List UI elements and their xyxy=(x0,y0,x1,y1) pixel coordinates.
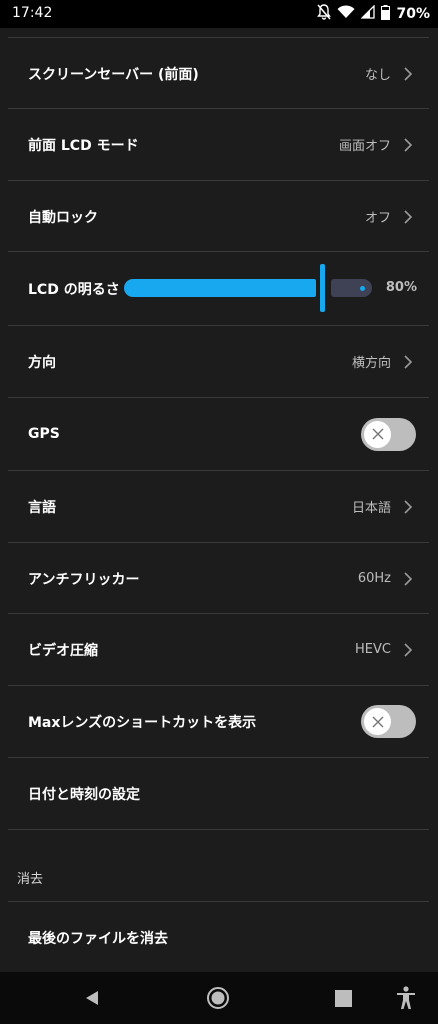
setting-date-time[interactable]: 日付と時刻の設定 xyxy=(8,758,429,829)
brightness-slider-fill[interactable] xyxy=(124,279,316,297)
navigation-bar xyxy=(0,972,438,1024)
section-header-delete: 消去 xyxy=(17,872,44,887)
setting-label: スクリーンセーバー (前面) xyxy=(28,66,199,83)
status-time: 17:42 xyxy=(12,5,53,21)
chevron-right-icon xyxy=(404,354,413,369)
setting-label: 日付と時刻の設定 xyxy=(28,786,140,803)
chevron-right-icon xyxy=(404,571,413,586)
setting-max-lens-shortcut: Maxレンズのショートカットを表示 xyxy=(8,686,429,757)
divider xyxy=(8,829,429,830)
setting-label: Maxレンズのショートカットを表示 xyxy=(28,714,257,731)
toggle-knob xyxy=(364,708,391,735)
setting-value: 日本語 xyxy=(351,501,391,516)
setting-label: 前面 LCD モード xyxy=(28,137,139,154)
chevron-right-icon xyxy=(404,209,413,224)
setting-label: 最後のファイルを消去 xyxy=(28,930,168,947)
setting-gps: GPS xyxy=(8,398,429,470)
setting-anti-flicker[interactable]: アンチフリッカー 60Hz xyxy=(8,543,429,614)
setting-auto-lock[interactable]: 自動ロック オフ xyxy=(8,181,429,252)
setting-value: HEVC xyxy=(355,642,391,657)
setting-label: ビデオ圧縮 xyxy=(28,642,98,659)
delete-last-file-item[interactable]: 最後のファイルを消去 xyxy=(8,902,429,973)
battery-icon xyxy=(381,4,391,24)
setting-screensaver-front[interactable]: スクリーンセーバー (前面) なし xyxy=(8,38,429,109)
setting-orientation[interactable]: 方向 横方向 xyxy=(8,326,429,397)
close-icon xyxy=(372,428,383,440)
home-icon[interactable] xyxy=(206,986,230,1014)
setting-label: GPS xyxy=(28,426,60,442)
back-icon[interactable] xyxy=(83,989,101,1011)
status-bar: 17:42 70% xyxy=(0,0,438,28)
chevron-right-icon xyxy=(404,137,413,152)
setting-label: 方向 xyxy=(28,354,56,371)
status-icons: 70% xyxy=(317,4,430,24)
gps-toggle[interactable] xyxy=(361,417,416,451)
notifications-off-icon xyxy=(317,4,332,24)
chevron-right-icon xyxy=(404,642,413,657)
toggle-knob xyxy=(364,420,391,448)
setting-value: 横方向 xyxy=(351,356,391,371)
setting-front-lcd-mode[interactable]: 前面 LCD モード 画面オフ xyxy=(8,109,429,180)
setting-video-compression[interactable]: ビデオ圧縮 HEVC xyxy=(8,614,429,685)
signal-icon xyxy=(360,4,376,23)
wifi-icon xyxy=(337,5,355,23)
chevron-right-icon xyxy=(404,499,413,514)
max-lens-shortcut-toggle[interactable] xyxy=(361,705,416,738)
setting-label: 言語 xyxy=(28,499,56,516)
setting-value: 60Hz xyxy=(357,571,391,586)
setting-label: アンチフリッカー xyxy=(28,571,140,588)
brightness-slider-thumb[interactable] xyxy=(320,264,325,312)
chevron-right-icon xyxy=(404,66,413,81)
brightness-value: 80% xyxy=(385,280,417,295)
setting-value: なし xyxy=(364,68,391,83)
setting-label: 自動ロック xyxy=(28,209,98,226)
setting-value: オフ xyxy=(364,211,391,226)
brightness-slider-track[interactable] xyxy=(331,279,372,297)
setting-value: 画面オフ xyxy=(338,139,391,154)
setting-label: LCD の明るさ xyxy=(28,281,120,298)
close-icon xyxy=(372,716,383,727)
setting-language[interactable]: 言語 日本語 xyxy=(8,471,429,542)
battery-percent: 70% xyxy=(396,6,430,22)
recents-icon[interactable] xyxy=(335,990,352,1011)
accessibility-icon[interactable] xyxy=(396,986,416,1014)
slider-end-dot xyxy=(360,286,365,291)
